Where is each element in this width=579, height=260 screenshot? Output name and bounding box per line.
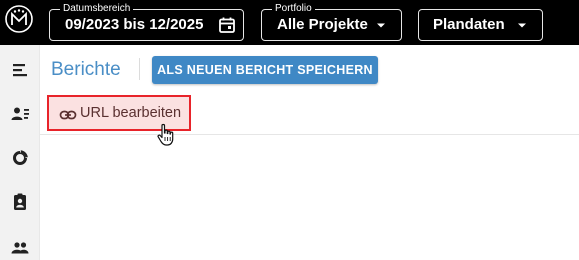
donut-chart-icon[interactable] <box>10 148 30 168</box>
title-divider <box>139 58 140 80</box>
sidebar <box>0 45 40 260</box>
date-range-legend: Datumsbereich <box>60 3 134 15</box>
link-icon <box>59 110 77 120</box>
calendar-icon[interactable] <box>218 16 236 34</box>
portfolio-value: Alle Projekte <box>277 16 368 33</box>
caret-down-icon <box>518 23 526 28</box>
save-new-report-button[interactable]: ALS NEUEN BERICHT SPEICHERN <box>152 56 378 84</box>
logo-icon[interactable] <box>4 4 34 34</box>
caret-down-icon <box>377 23 385 28</box>
data-type-select[interactable]: Plandaten <box>418 9 543 41</box>
hand-cursor-icon <box>157 123 174 146</box>
data-type-value: Plandaten <box>433 16 505 33</box>
user-list-icon[interactable] <box>10 104 30 124</box>
page-title: Berichte <box>51 59 121 80</box>
date-range-field[interactable]: Datumsbereich 09/2023 bis 12/2025 <box>49 3 244 41</box>
list-icon[interactable] <box>10 60 30 80</box>
top-bar: Datumsbereich 09/2023 bis 12/2025 Portfo… <box>0 0 579 45</box>
people-icon[interactable] <box>10 238 30 258</box>
badge-icon[interactable] <box>10 192 30 212</box>
date-range-value: 09/2023 bis 12/2025 <box>65 16 204 33</box>
portfolio-legend: Portfolio <box>272 3 315 15</box>
edit-url-label: URL bearbeiten <box>80 105 182 121</box>
portfolio-select[interactable]: Portfolio Alle Projekte <box>261 3 402 41</box>
